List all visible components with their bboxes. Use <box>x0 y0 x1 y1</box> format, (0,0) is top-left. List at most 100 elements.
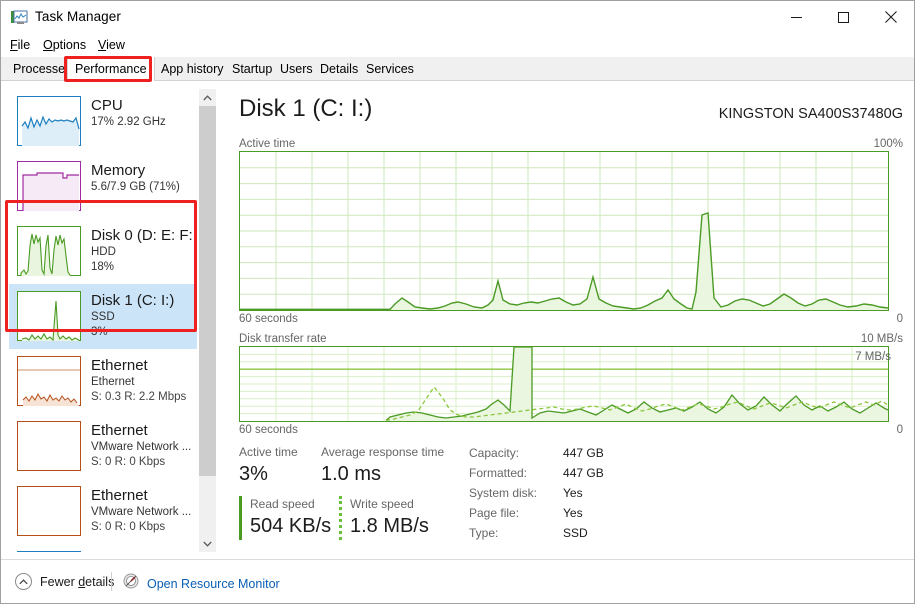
tab-services[interactable]: Services <box>359 57 421 80</box>
sidebar-item-ethernet-2[interactable]: Ethernet VMware Network ... S: 0 R: 0 Kb… <box>9 414 197 479</box>
active-time-max-label: 100% <box>873 138 903 150</box>
disk-details-table: Capacity: 447 GB Formatted: 447 GB Syste… <box>467 444 606 546</box>
disk-model-label: KINGSTON SA400S37480G <box>718 106 903 122</box>
sidebar-item-title: Memory <box>91 162 146 179</box>
sidebar-item-title: Ethernet <box>91 487 148 504</box>
sidebar-item-title: CPU <box>91 97 123 114</box>
sidebar-memory-text: Memory 5.6/7.9 GB (71%) <box>91 161 180 195</box>
stat-caption: Write speed <box>350 497 414 511</box>
task-manager-icon <box>11 10 28 26</box>
sidebar-item-title: Disk 1 (C: I:) <box>91 292 175 309</box>
scroll-up-button[interactable] <box>199 89 216 106</box>
stat-average-response-time: Average response time 1.0 ms <box>321 444 444 488</box>
sidebar-item-line2: 17% 2.92 GHz <box>91 116 166 128</box>
scroll-down-button[interactable] <box>199 535 216 552</box>
stat-read-speed: Read speed 504 KB/s <box>239 496 331 540</box>
status-bar: Fewer details Open Resource Monitor <box>1 559 914 603</box>
detail-label: Capacity: <box>469 446 520 460</box>
tab-app-history[interactable]: App history <box>154 57 231 80</box>
gpu-thumbnail-graph <box>17 551 81 552</box>
sidebar-item-memory[interactable]: Memory 5.6/7.9 GB (71%) <box>9 154 197 219</box>
sidebar-ethernet2-text: Ethernet VMware Network ... S: 0 R: 0 Kb… <box>91 421 191 470</box>
detail-label: System disk: <box>469 486 538 500</box>
ethernet3-thumbnail-graph <box>17 486 81 536</box>
task-manager-window: Task Manager File Options View Processes… <box>0 0 915 604</box>
minimize-button[interactable] <box>773 1 820 33</box>
tab-startup[interactable]: Startup <box>225 57 279 80</box>
disk0-thumbnail-graph <box>17 226 81 276</box>
sidebar-cpu-text: CPU 17% 2.92 GHz <box>91 96 166 130</box>
sidebar-item-title: Disk 0 (D: E: F: G <box>91 227 197 244</box>
sidebar-item-line3: S: 0 R: 0 Kbps <box>91 456 166 468</box>
transfer-rate-label: Disk transfer rate <box>239 333 327 345</box>
resource-list[interactable]: CPU 17% 2.92 GHz Memory 5.6/7.9 GB (71%) <box>9 89 197 552</box>
close-button[interactable] <box>867 1 914 33</box>
maximize-button[interactable] <box>820 1 867 33</box>
sidebar-ethernet3-text: Ethernet VMware Network ... S: 0 R: 0 Kb… <box>91 486 191 535</box>
tab-performance[interactable]: Performance <box>67 57 155 81</box>
sidebar-item-line3: S: 0 R: 0 Kbps <box>91 521 166 533</box>
sidebar-item-title: Ethernet <box>91 357 148 374</box>
scrollbar-thumb[interactable] <box>199 106 216 476</box>
table-row: Formatted: 447 GB <box>469 466 604 484</box>
sidebar-item-line3: 3% <box>91 326 108 338</box>
page-title: Disk 1 (C: I:) <box>239 95 373 122</box>
menu-view[interactable]: View <box>98 38 125 52</box>
table-row: System disk: Yes <box>469 486 604 504</box>
sidebar-item-line3: 18% <box>91 261 115 273</box>
chevron-up-icon <box>203 94 212 100</box>
detail-label: Page file: <box>469 506 520 520</box>
fewer-details-button[interactable]: Fewer details <box>15 573 114 590</box>
sidebar-item-disk-1[interactable]: Disk 1 (C: I:) SSD 3% <box>9 284 197 349</box>
disk-detail-panel: Disk 1 (C: I:) KINGSTON SA400S37480G Act… <box>223 82 913 559</box>
sidebar-disk1-text: Disk 1 (C: I:) SSD 3% <box>91 291 174 340</box>
open-resource-monitor-link[interactable]: Open Resource Monitor <box>123 573 280 594</box>
disk-transfer-rate-graph <box>239 346 889 422</box>
stat-caption: Average response time <box>321 445 445 459</box>
stat-active-time: Active time 3% <box>239 444 298 488</box>
resource-monitor-icon <box>123 573 139 594</box>
detail-value: SSD <box>563 526 588 540</box>
sidebar-scrollbar[interactable] <box>199 89 216 552</box>
sidebar-item-line2: 5.6/7.9 GB (71%) <box>91 181 180 193</box>
menu-file[interactable]: File <box>10 38 30 52</box>
sidebar-item-partial[interactable] <box>9 544 197 552</box>
stat-value: 3% <box>239 463 268 485</box>
sidebar-item-ethernet-3[interactable]: Ethernet VMware Network ... S: 0 R: 0 Kb… <box>9 479 197 544</box>
window-title: Task Manager <box>35 9 121 24</box>
sidebar-item-line2: Ethernet <box>91 376 135 388</box>
disk1-thumbnail-graph <box>17 291 81 341</box>
menu-bar: File Options View <box>1 35 914 57</box>
detail-value: Yes <box>563 486 583 500</box>
tab-details[interactable]: Details <box>313 57 365 80</box>
ethernet2-thumbnail-graph <box>17 421 81 471</box>
active-time-label: Active time <box>239 138 296 150</box>
sidebar-item-line3: S: 0.3 R: 2.2 Mbps <box>91 391 187 403</box>
detail-value: 447 GB <box>563 446 604 460</box>
active-time-xaxis-label: 60 seconds <box>239 313 298 325</box>
minimize-icon <box>791 16 802 18</box>
sidebar-item-line2: VMware Network ... <box>91 441 192 453</box>
disk-statistics: Active time 3% Average response time 1.0… <box>239 444 899 554</box>
content-area: CPU 17% 2.92 GHz Memory 5.6/7.9 GB (71%) <box>1 82 914 559</box>
stat-value: 504 KB/s <box>250 515 332 537</box>
chevron-up-circle-icon <box>15 573 32 590</box>
sidebar-item-disk-0[interactable]: Disk 0 (D: E: F: G HDD 18% <box>9 219 197 284</box>
close-icon <box>884 11 897 23</box>
sidebar-item-cpu[interactable]: CPU 17% 2.92 GHz <box>9 89 197 154</box>
stat-caption: Read speed <box>250 497 315 511</box>
table-row: Capacity: 447 GB <box>469 446 604 464</box>
memory-thumbnail-graph <box>17 161 81 211</box>
stat-write-speed: Write speed 1.8 MB/s <box>339 496 429 540</box>
tab-bar: Processes Performance App history Startu… <box>1 57 914 81</box>
sidebar-ethernet1-text: Ethernet Ethernet S: 0.3 R: 2.2 Mbps <box>91 356 186 405</box>
sidebar-item-ethernet-1[interactable]: Ethernet Ethernet S: 0.3 R: 2.2 Mbps <box>9 349 197 414</box>
title-bar: Task Manager <box>1 1 914 35</box>
table-row: Type: SSD <box>469 526 604 544</box>
footer-divider <box>111 572 112 591</box>
transfer-rate-max-label: 10 MB/s <box>860 333 903 345</box>
menu-options[interactable]: Options <box>43 38 86 52</box>
stat-caption: Active time <box>239 445 298 459</box>
chevron-down-icon <box>203 541 212 547</box>
detail-label: Type: <box>469 526 499 540</box>
